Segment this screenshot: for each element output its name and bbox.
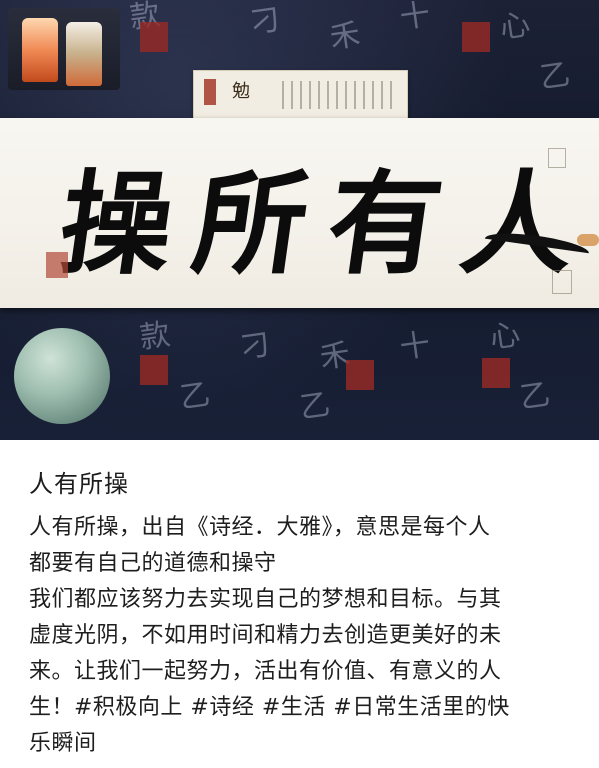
strip-seal: [204, 79, 216, 105]
paper-strip: 勉: [193, 70, 408, 124]
stamp-box: [8, 8, 120, 90]
post-body-line: 来。让我们一起努力，活出有价值、有意义的人: [29, 659, 502, 684]
seal-stamp: [66, 22, 102, 86]
background-calligraphy: 刁: [247, 2, 283, 41]
post-page: 款 刁 禾 十 心 乙 款 刁 禾 十 心 乙 乙 乙 勉 操所有人 人有所操 …: [0, 0, 599, 768]
post-body-line: 都要有自己的道德和操守: [29, 551, 277, 576]
calligraphy-text: 操所有人: [51, 159, 599, 290]
calligraphy-paper: 操所有人: [0, 118, 599, 308]
background-calligraphy: 乙: [537, 57, 573, 96]
post-body: 人有所操，出自《诗经．大雅》，意思是每个人 都要有自己的道德和操守 我们都应该努…: [29, 510, 579, 762]
red-seal-mark: [140, 355, 168, 385]
jade-ball: [14, 328, 110, 424]
background-calligraphy: 十: [397, 0, 433, 36]
paper-seal: [548, 148, 566, 168]
background-calligraphy: 禾: [327, 17, 363, 56]
background-calligraphy: 乙: [297, 387, 333, 426]
red-seal-mark: [482, 358, 510, 388]
post-body-line: 我们都应该努力去实现自己的梦想和目标。与其: [29, 587, 502, 612]
background-calligraphy: 刁: [237, 327, 273, 366]
brush-tip: [577, 234, 599, 246]
strip-calligraphy: 勉: [232, 81, 250, 102]
calligraphy-photo[interactable]: 款 刁 禾 十 心 乙 款 刁 禾 十 心 乙 乙 乙 勉 操所有人: [0, 0, 599, 440]
post-body-line: 虚度光阴，不如用时间和精力去创造更美好的未: [29, 623, 502, 648]
post-body-line: 乐瞬间: [29, 731, 97, 756]
seal-stamp: [22, 18, 58, 82]
strip-inscription: [282, 81, 396, 109]
red-seal-mark: [462, 22, 490, 52]
background-calligraphy: 心: [487, 317, 523, 356]
background-calligraphy: 乙: [177, 377, 213, 416]
post-body-line: 人有所操，出自《诗经．大雅》，意思是每个人: [29, 515, 491, 540]
paper-seal: [552, 270, 572, 294]
paper-seal: [46, 252, 68, 278]
background-calligraphy: 乙: [517, 377, 553, 416]
red-seal-mark: [140, 22, 168, 52]
background-calligraphy: 十: [397, 327, 433, 366]
background-calligraphy: 心: [497, 7, 533, 46]
background-calligraphy: 款: [137, 317, 173, 356]
post-body-line: 生！#积极向上 #诗经 #生活 #日常生活里的快: [29, 695, 510, 720]
post-title: 人有所操: [29, 470, 129, 498]
red-seal-mark: [346, 360, 374, 390]
post-content: 人有所操 人有所操，出自《诗经．大雅》，意思是每个人 都要有自己的道德和操守 我…: [0, 440, 599, 768]
